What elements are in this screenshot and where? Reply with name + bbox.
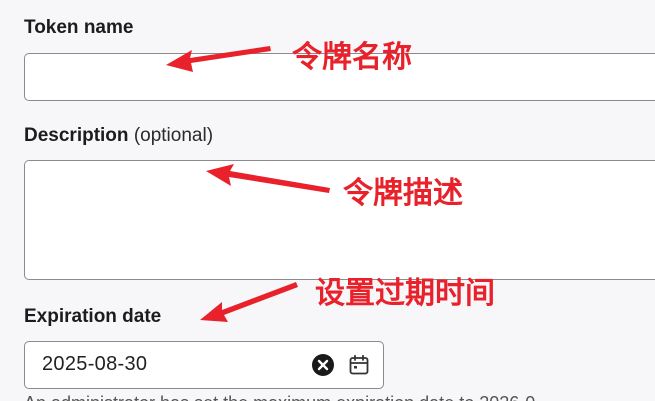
annotation-token-name: 令牌名称 (292, 40, 412, 75)
annotation-arrow-expiration (200, 282, 298, 322)
annotation-description: 令牌描述 (343, 176, 463, 211)
annotation-arrow-description (206, 164, 330, 193)
annotation-arrow-token-name (166, 46, 271, 72)
annotation-expiration: 设置过期时间 (315, 276, 495, 311)
